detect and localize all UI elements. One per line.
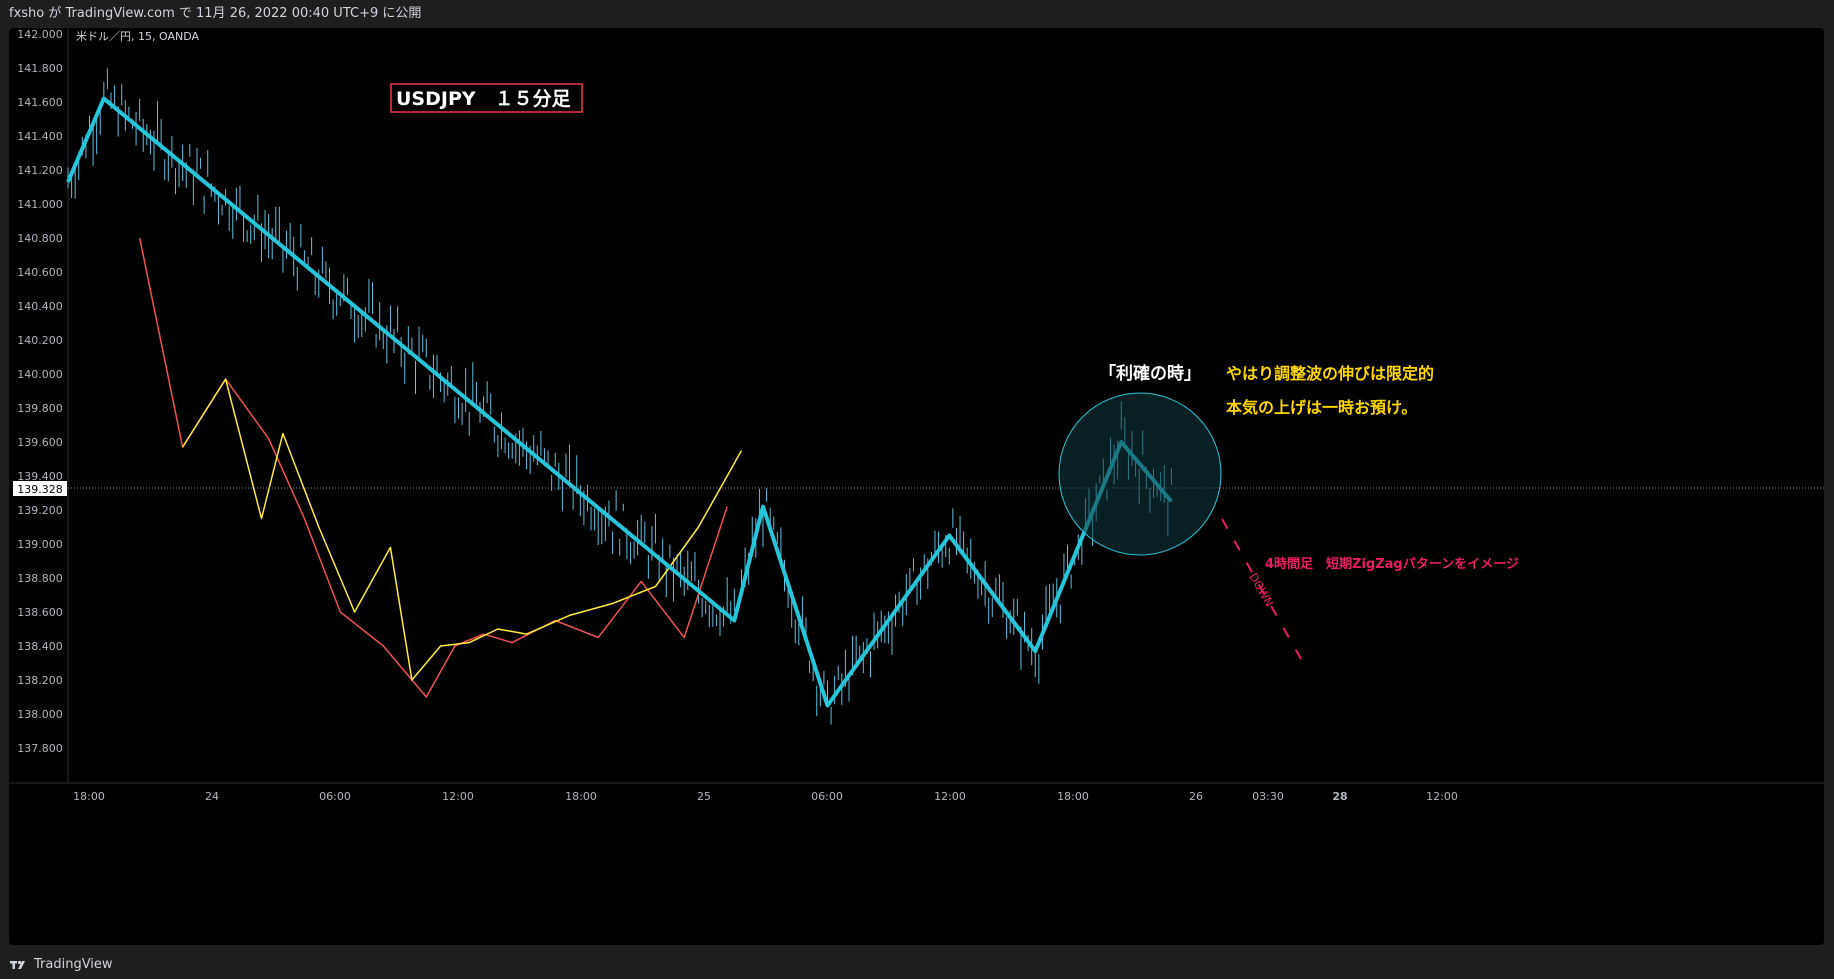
zigzag-red-line <box>138 237 728 698</box>
tradingview-logo-icon[interactable] <box>10 959 28 971</box>
price-tick-label: 139.000 <box>17 538 63 551</box>
time-tick-label: 06:00 <box>319 790 351 803</box>
price-tick-label: 141.600 <box>17 96 63 109</box>
candlestick-series <box>67 68 1172 725</box>
time-tick-label: 18:00 <box>565 790 597 803</box>
time-tick-label: 12:00 <box>934 790 966 803</box>
price-tick-label: 138.400 <box>17 640 63 653</box>
pattern-note: 4時間足 短期ZigZagパターンをイメージ <box>1265 556 1519 572</box>
take-profit-label: 「利確の時」 <box>1099 363 1201 384</box>
price-tick-label: 138.200 <box>17 674 63 687</box>
price-tick-label: 138.000 <box>17 708 63 721</box>
footer-bar: TradingView <box>0 951 1834 979</box>
footer-brand[interactable]: TradingView <box>34 951 113 979</box>
time-tick-label: 06:00 <box>811 790 843 803</box>
price-tick-label: 138.800 <box>17 572 63 585</box>
comment-line-2: 本気の上げは一時お預け。 <box>1226 398 1417 417</box>
symbol-label: 米ドル／円, 15, OANDA <box>76 30 199 43</box>
time-tick-label: 24 <box>205 790 219 803</box>
time-tick-label: 03:30 <box>1252 790 1284 803</box>
price-tick-label: 140.000 <box>17 368 63 381</box>
price-tick-label: 140.200 <box>17 334 63 347</box>
price-tick-label: 138.600 <box>17 606 63 619</box>
time-tick-label: 12:00 <box>442 790 474 803</box>
price-tick-label: 140.400 <box>17 300 63 313</box>
time-tick-label: 26 <box>1189 790 1203 803</box>
take-profit-circle <box>1058 392 1222 556</box>
price-tick-label: 141.000 <box>17 198 63 211</box>
comment-line-1: やはり調整波の伸びは限定的 <box>1226 364 1434 383</box>
price-tick-label: 137.800 <box>17 742 63 755</box>
price-tick-label: 139.800 <box>17 402 63 415</box>
time-axis[interactable]: 18:00 24 06:00 12:00 18:00 25 06:00 12:00 18:00 2… <box>73 790 1458 803</box>
price-axis[interactable]: 142.000 141.800 141.600 141.400 141.200 141.0… <box>17 28 63 755</box>
price-tick-label: 139.200 <box>17 504 63 517</box>
price-tick-label: 140.800 <box>17 232 63 245</box>
price-chart[interactable]: 142.000 141.800 141.600 141.400 141.200 141.0… <box>9 28 1824 945</box>
price-tick-label: 140.600 <box>17 266 63 279</box>
last-price-label: 139.328 <box>17 483 63 496</box>
zigzag-series <box>66 96 1173 708</box>
price-tick-label: 141.400 <box>17 130 63 143</box>
time-tick-label: 25 <box>697 790 711 803</box>
price-tick-label: 139.600 <box>17 436 63 449</box>
chart-frame[interactable]: 142.000 141.800 141.600 141.400 141.200 141.0… <box>9 28 1824 945</box>
down-label: DOWN <box>1246 571 1275 609</box>
time-tick-label: 18:00 <box>1057 790 1089 803</box>
price-tick-label: 141.200 <box>17 164 63 177</box>
time-tick-label: 28 <box>1332 790 1347 803</box>
chart-title-text: USDJPY １５分足 <box>396 88 572 110</box>
price-tick-label: 141.800 <box>17 62 63 75</box>
price-tick-label: 142.000 <box>17 28 63 41</box>
time-tick-label: 18:00 <box>73 790 105 803</box>
zigzag-long-line <box>66 96 1173 708</box>
time-tick-label: 12:00 <box>1426 790 1458 803</box>
publish-header: fxsho が TradingView.com で 11月 26, 2022 0… <box>0 0 1834 28</box>
publish-text: fxsho が TradingView.com で 11月 26, 2022 0… <box>9 6 422 21</box>
